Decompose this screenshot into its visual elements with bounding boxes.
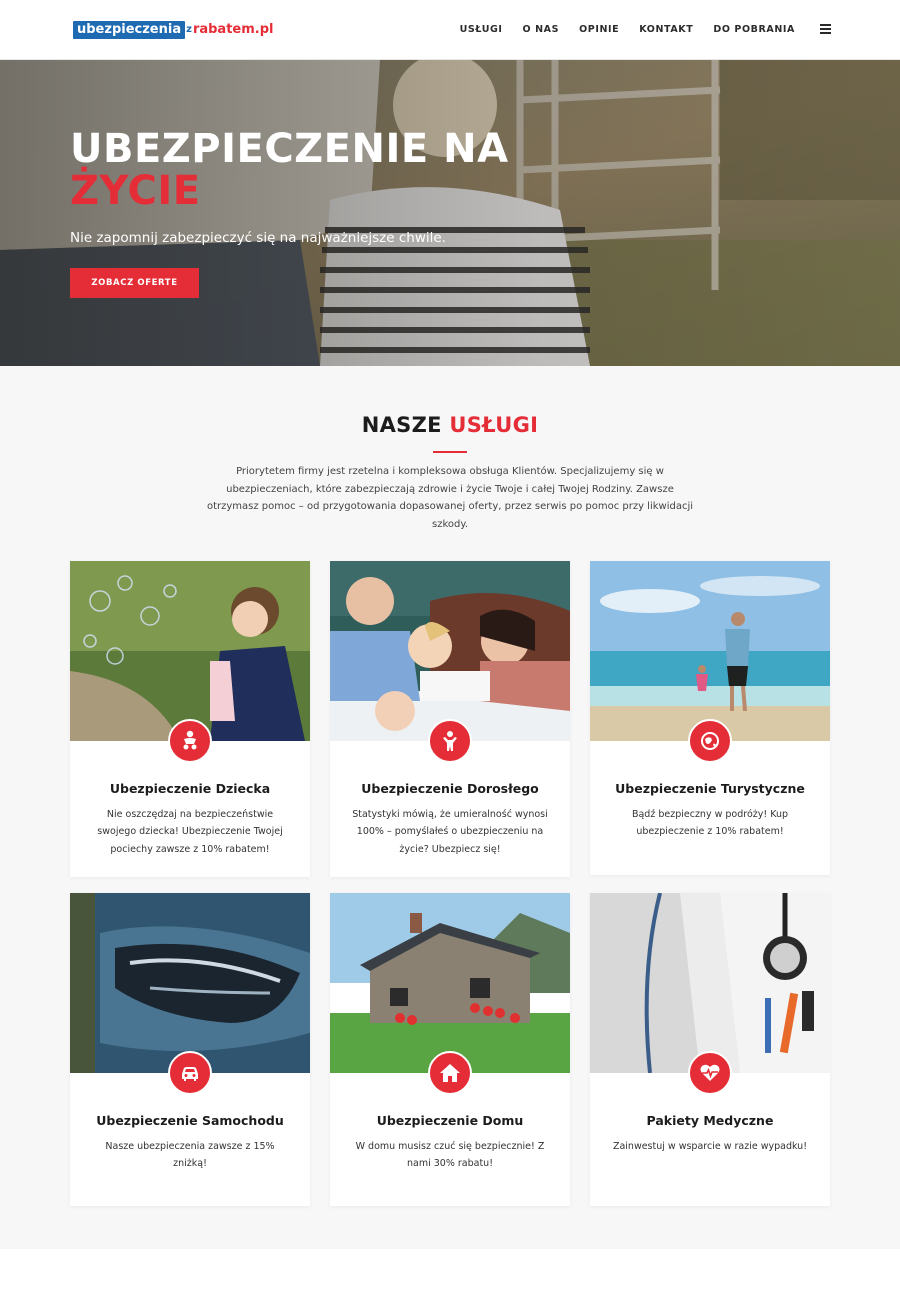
card-text: Zainwestuj w wsparcie w razie wypadku! (612, 1141, 808, 1152)
nav-item-opinie[interactable]: OPINIE (579, 24, 619, 36)
card-title: Ubezpieczenie Dziecka (109, 781, 271, 796)
heartbeat-icon (688, 1051, 732, 1095)
card-text: Bądź bezpieczny w podróży! Kup ubezpiecz… (631, 809, 789, 838)
services-title: NASZE USŁUGI (0, 413, 900, 437)
services-title-part2: USŁUGI (449, 413, 539, 437)
card-image-house (330, 893, 570, 1073)
service-card-adult[interactable]: Ubezpieczenie Dorosłego Statystyki mówią… (330, 561, 570, 877)
site-logo[interactable]: ubezpieczenia z rabatem.pl (73, 21, 273, 39)
card-image-child (70, 561, 310, 741)
service-card-travel[interactable]: Ubezpieczenie Turystyczne Bądź bezpieczn… (590, 561, 830, 875)
card-image-car (70, 893, 310, 1073)
card-title: Pakiety Medyczne (646, 1113, 774, 1128)
hamburger-icon[interactable] (820, 24, 831, 34)
services-description: Priorytetem firmy jest rzetelna i komple… (206, 466, 694, 530)
service-card-house[interactable]: Ubezpieczenie Domu W domu musisz czuć si… (330, 893, 570, 1206)
main-nav: USŁUGI O NAS OPINIE KONTAKT DO POBRANIA (460, 24, 795, 36)
card-title: Ubezpieczenie Dorosłego (361, 781, 539, 796)
logo-part-main: ubezpieczenia (73, 21, 186, 39)
car-icon (168, 1051, 212, 1095)
hero-title: UBEZPIECZENIE NA ŻYCIE (70, 128, 509, 212)
service-card-medical[interactable]: Pakiety Medyczne Zainwestuj w wsparcie w… (590, 893, 830, 1206)
footer-strip (0, 1249, 900, 1300)
nav-item-o-nas[interactable]: O NAS (523, 24, 560, 36)
see-offer-button[interactable]: ZOBACZ OFERTE (70, 268, 199, 298)
card-text: Statystyki mówią, że umieralność wynosi … (352, 809, 548, 855)
nav-item-kontakt[interactable]: KONTAKT (639, 24, 693, 36)
card-text: Nasze ubezpieczenia zawsze z 15% zniżką! (105, 1141, 275, 1170)
site-header: ubezpieczenia z rabatem.pl USŁUGI O NAS … (0, 0, 900, 60)
title-underline (433, 451, 467, 453)
service-card-car[interactable]: Ubezpieczenie Samochodu Nasze ubezpiecze… (70, 893, 310, 1206)
person-icon (428, 719, 472, 763)
card-title: Ubezpieczenie Turystyczne (615, 781, 805, 796)
logo-part-domain: rabatem.pl (192, 22, 274, 37)
card-image-medical (590, 893, 830, 1073)
services-title-part1: NASZE (361, 413, 442, 437)
house-icon (428, 1051, 472, 1095)
globe-icon (688, 719, 732, 763)
card-image-travel (590, 561, 830, 741)
baby-icon (168, 719, 212, 763)
hero-subtitle: Nie zapomnij zabezpieczyć się na najważn… (70, 230, 446, 246)
nav-item-uslugi[interactable]: USŁUGI (460, 24, 503, 36)
nav-item-do-pobrania[interactable]: DO POBRANIA (713, 24, 795, 36)
card-title: Ubezpieczenie Domu (376, 1113, 524, 1128)
card-title: Ubezpieczenie Samochodu (96, 1113, 284, 1128)
card-text: W domu musisz czuć się bezpiecznie! Z na… (355, 1141, 545, 1170)
hero-title-line2: ŻYCIE (70, 168, 201, 214)
logo-part-z: z (186, 24, 192, 35)
card-image-adult (330, 561, 570, 741)
card-text: Nie oszczędzaj na bezpieczeństwie swojeg… (97, 809, 283, 855)
hero-title-line1: UBEZPIECZENIE NA (70, 126, 509, 172)
service-card-child[interactable]: Ubezpieczenie Dziecka Nie oszczędzaj na … (70, 561, 310, 877)
